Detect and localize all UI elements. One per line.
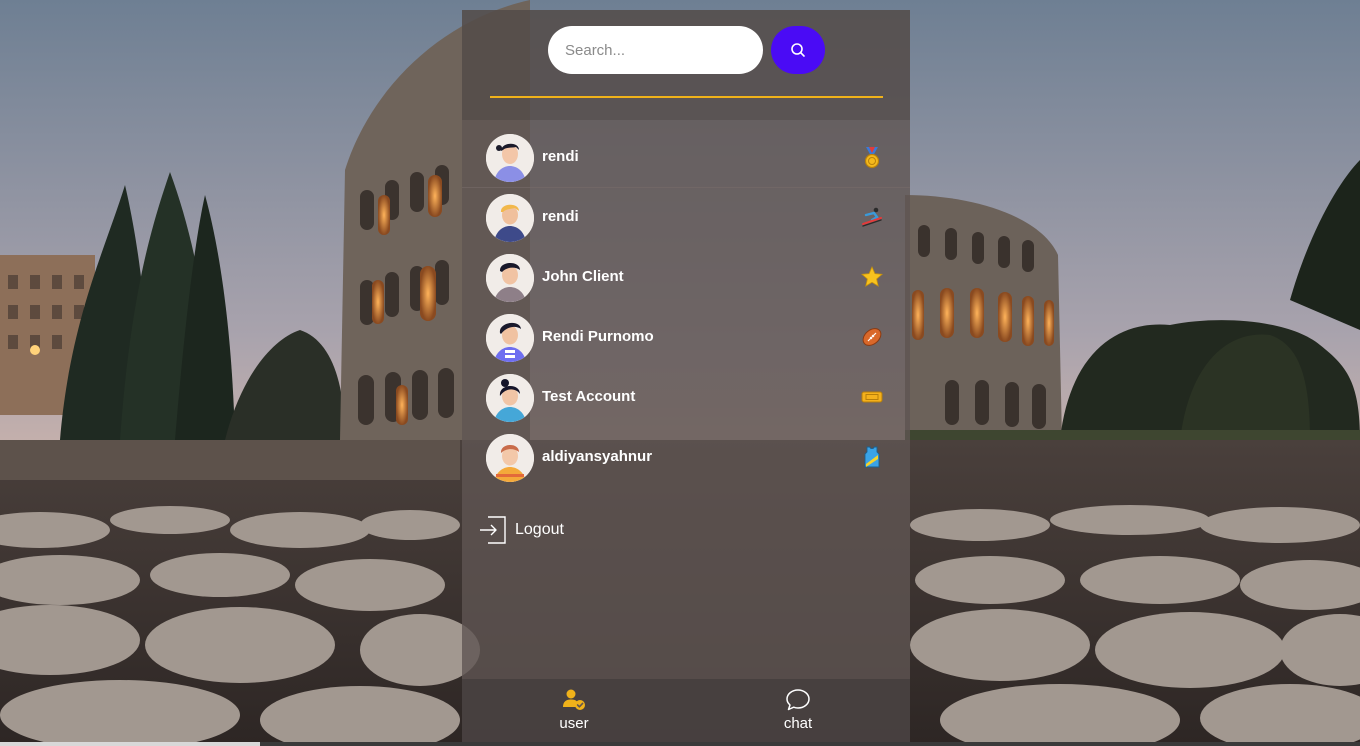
jersey-icon	[864, 446, 880, 468]
user-name: John Client	[542, 268, 624, 285]
search-icon	[791, 43, 805, 57]
user-list-item[interactable]: rendi	[462, 188, 910, 248]
scrollbar-thumb[interactable]	[0, 742, 260, 746]
user-list-item[interactable]: Rendi Purnomo	[462, 308, 910, 368]
medal-icon	[864, 147, 880, 169]
user-check-icon	[563, 689, 585, 710]
divider-line	[490, 96, 883, 98]
avatar	[486, 374, 534, 422]
user-name: rendi	[542, 208, 579, 225]
star-icon	[861, 266, 883, 287]
avatar	[486, 254, 534, 302]
user-list-item[interactable]: Test Account	[462, 368, 910, 428]
bottom-nav: user chat	[462, 679, 910, 746]
user-list-item[interactable]: aldiyansyahnur	[462, 428, 910, 488]
logout-label: Logout	[515, 521, 564, 538]
user-name: Rendi Purnomo	[542, 328, 654, 345]
user-panel: rendi rendi	[462, 10, 910, 746]
nav-item-chat[interactable]: chat	[758, 687, 838, 739]
chat-bubble-icon	[786, 689, 810, 711]
search-button[interactable]	[771, 26, 825, 74]
user-list-item[interactable]: John Client	[462, 248, 910, 308]
nav-item-user[interactable]: user	[534, 687, 614, 739]
rugby-ball-icon	[862, 328, 882, 346]
horizontal-scrollbar[interactable]	[0, 742, 1360, 746]
logout-icon	[480, 516, 506, 544]
avatar	[486, 194, 534, 242]
user-name: Test Account	[542, 388, 636, 405]
avatar	[486, 434, 534, 482]
user-name: aldiyansyahnur	[542, 448, 653, 465]
ticket-icon	[861, 391, 883, 403]
user-name: rendi	[542, 148, 579, 165]
skier-icon	[862, 207, 882, 227]
user-list-item[interactable]: rendi	[462, 128, 910, 188]
avatar	[486, 134, 534, 182]
search-input[interactable]	[548, 26, 763, 74]
logout-button[interactable]: Logout	[478, 513, 578, 547]
nav-label-chat: chat	[783, 715, 813, 732]
avatar	[486, 314, 534, 362]
nav-label-user: user	[559, 715, 589, 732]
user-list: rendi rendi John Client Rendi Purnomo Te…	[462, 128, 910, 488]
